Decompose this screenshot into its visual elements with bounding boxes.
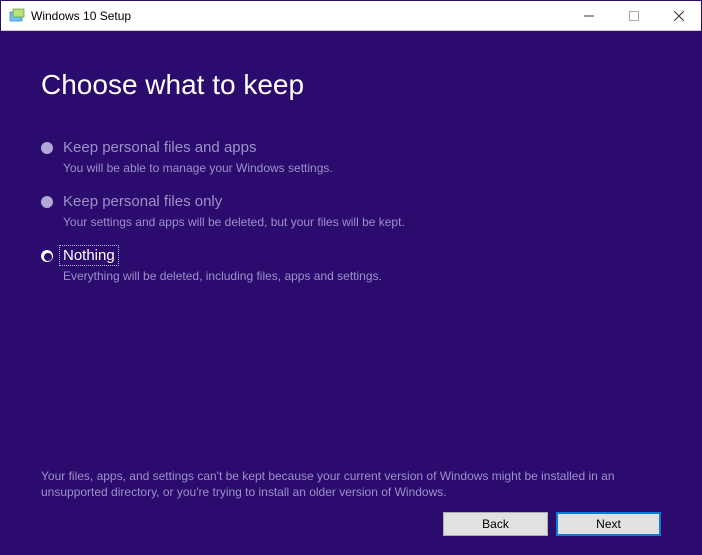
- button-row: Back Next: [41, 512, 661, 536]
- app-icon: [9, 8, 25, 24]
- option-label: Keep personal files and apps: [63, 139, 661, 157]
- option-keep-files-only: Keep personal files only Your settings a…: [41, 193, 661, 229]
- option-description: Your settings and apps will be deleted, …: [63, 215, 661, 229]
- option-description: Everything will be deleted, including fi…: [63, 269, 661, 283]
- main-content: Choose what to keep Keep personal files …: [1, 31, 701, 554]
- maximize-button[interactable]: [611, 1, 656, 30]
- footnote: Your files, apps, and settings can't be …: [41, 468, 661, 512]
- back-button[interactable]: Back: [443, 512, 548, 536]
- option-label: Nothing: [61, 247, 117, 264]
- titlebar: Windows 10 Setup: [1, 1, 701, 31]
- minimize-button[interactable]: [566, 1, 611, 30]
- window-controls: [566, 1, 701, 30]
- radio-icon: [41, 196, 53, 208]
- radio-icon: [41, 142, 53, 154]
- close-button[interactable]: [656, 1, 701, 30]
- option-description: You will be able to manage your Windows …: [63, 161, 661, 175]
- option-keep-files-apps: Keep personal files and apps You will be…: [41, 139, 661, 175]
- next-button[interactable]: Next: [556, 512, 661, 536]
- page-title: Choose what to keep: [41, 69, 661, 101]
- option-nothing[interactable]: Nothing Everything will be deleted, incl…: [41, 247, 661, 283]
- radio-icon: [41, 250, 53, 262]
- options-group: Keep personal files and apps You will be…: [41, 139, 661, 283]
- window-title: Windows 10 Setup: [31, 9, 566, 23]
- option-label: Keep personal files only: [63, 193, 661, 211]
